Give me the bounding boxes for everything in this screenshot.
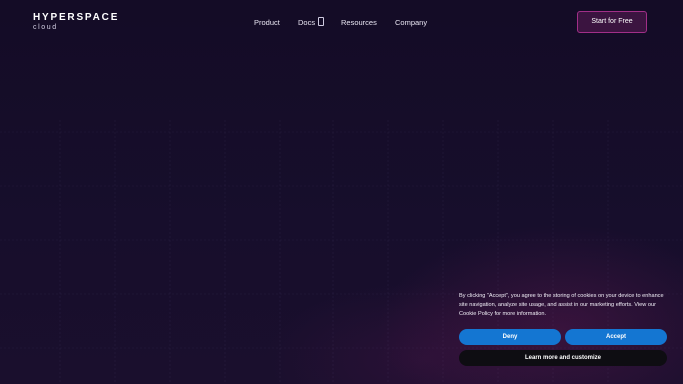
brand-subtitle: cloud xyxy=(33,24,58,31)
nav-item-label: Company xyxy=(395,18,428,27)
chevron-down-icon xyxy=(318,17,325,26)
nav-item-docs[interactable]: Docs xyxy=(298,17,325,29)
accept-button[interactable]: Accept xyxy=(565,329,667,345)
cookie-consent-text: By clicking “Accept”, you agree to the s… xyxy=(459,293,664,317)
top-navbar: HYPERSPACE cloud Product Docs Resources … xyxy=(0,0,683,46)
nav-item-resources[interactable]: Resources xyxy=(341,17,377,29)
learn-more-button[interactable]: Learn more and customize xyxy=(459,350,667,366)
start-for-free-button[interactable]: Start for Free xyxy=(577,11,647,33)
brand-logo[interactable]: HYPERSPACE cloud xyxy=(33,12,119,32)
cookie-consent-banner: By clicking “Accept”, you agree to the s… xyxy=(453,287,677,377)
nav-item-label: Resources xyxy=(341,18,377,27)
deny-button[interactable]: Deny xyxy=(459,329,561,345)
nav-item-company[interactable]: Company xyxy=(395,17,427,29)
nav-item-label: Product xyxy=(254,18,280,27)
nav-item-label: Docs xyxy=(298,18,316,27)
nav-item-product[interactable]: Product xyxy=(254,17,280,29)
brand-name: HYPERSPACE xyxy=(33,12,120,23)
